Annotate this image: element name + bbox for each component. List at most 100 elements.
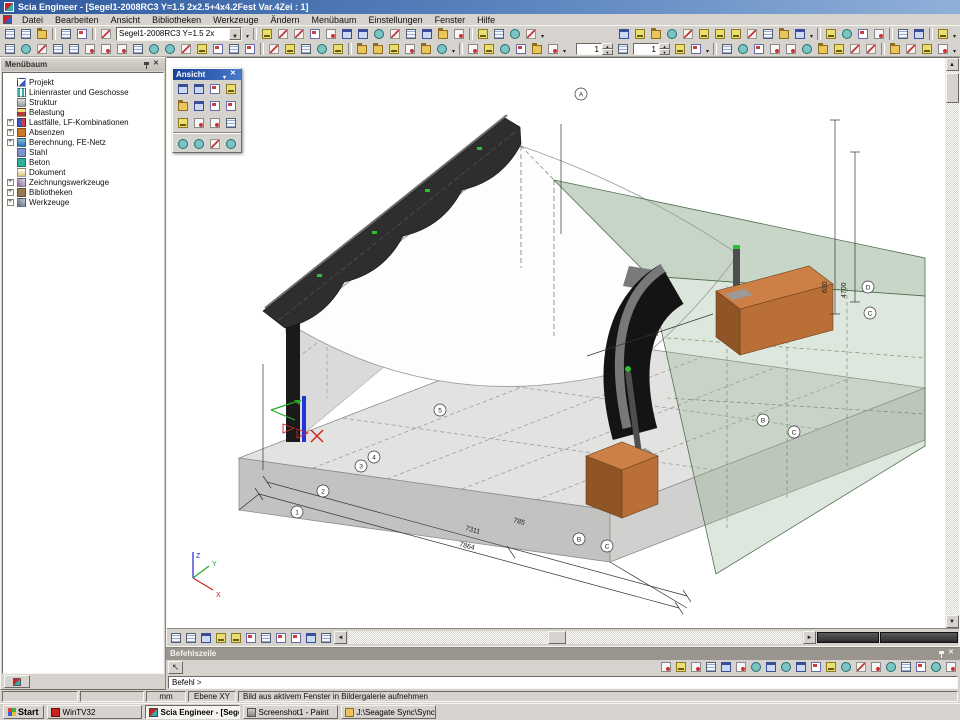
- catalog-block-button[interactable]: [194, 42, 210, 57]
- maximize-window-button[interactable]: [792, 27, 808, 42]
- intersection-tool-button[interactable]: [242, 42, 258, 57]
- line-grid-button[interactable]: [330, 42, 346, 57]
- menu-bearbeiten[interactable]: Bearbeiten: [49, 15, 105, 25]
- dropdown-arrow-icon[interactable]: [951, 43, 958, 55]
- sidebar-item-linienraster-und-geschosse[interactable]: Linienraster und Geschosse: [3, 87, 163, 97]
- send-view-button[interactable]: [855, 27, 871, 42]
- cascade-windows-button[interactable]: [744, 27, 760, 42]
- print-data-button[interactable]: [387, 27, 403, 42]
- snap-settings-button[interactable]: [943, 660, 958, 675]
- gallery-save-button[interactable]: [903, 42, 919, 57]
- dropdown-arrow-icon[interactable]: [244, 28, 251, 40]
- step-count-spinner[interactable]: 1: [633, 43, 670, 55]
- column-button[interactable]: [2, 42, 18, 57]
- table-composer-button[interactable]: [371, 27, 387, 42]
- perpendicular-snap-button[interactable]: [748, 660, 763, 675]
- coordinate-system-button[interactable]: [688, 42, 704, 57]
- view-gallery-button[interactable]: [207, 115, 223, 130]
- scroll-up-icon[interactable]: [946, 58, 959, 71]
- expand-icon[interactable]: [7, 189, 14, 196]
- arc-snap-button[interactable]: [883, 660, 898, 675]
- menubaum-tab[interactable]: [4, 675, 30, 688]
- free-block-button[interactable]: [210, 42, 226, 57]
- expand-icon[interactable]: [7, 179, 14, 186]
- command-panel-header[interactable]: Befehlszeile: [166, 648, 960, 660]
- record-macro-button[interactable]: [895, 27, 911, 42]
- activate-scale-button[interactable]: [615, 42, 631, 57]
- sidebar-item-bibliotheken[interactable]: Bibliotheken: [3, 187, 163, 197]
- view-xz-button[interactable]: [207, 81, 223, 96]
- expand-icon[interactable]: [7, 129, 14, 136]
- project-team-button[interactable]: [259, 27, 275, 42]
- tracking-snap-button[interactable]: [913, 660, 928, 675]
- palette-titlebar[interactable]: Ansicht: [173, 69, 241, 80]
- zoom-selection-button[interactable]: [191, 115, 207, 130]
- color-palette-button[interactable]: [475, 27, 491, 42]
- node-snap-button[interactable]: [838, 660, 853, 675]
- layers-button[interactable]: [451, 27, 467, 42]
- dimension-line-button[interactable]: [481, 42, 497, 57]
- surface-snap-button[interactable]: [868, 660, 883, 675]
- minimize-window-button[interactable]: [776, 27, 792, 42]
- preview-window-button[interactable]: [648, 27, 664, 42]
- sidebar-item-berechnung--fe-netz[interactable]: Berechnung, FE-Netz: [3, 137, 163, 147]
- graphic-window-button[interactable]: [632, 27, 648, 42]
- expand-icon[interactable]: [7, 119, 14, 126]
- expand-icon[interactable]: [7, 139, 14, 146]
- inactive-tool-button[interactable]: [318, 630, 333, 645]
- beam-button[interactable]: [18, 42, 34, 57]
- zoom-window-button[interactable]: [223, 98, 239, 113]
- text-scale-button[interactable]: [243, 630, 258, 645]
- pointer-mode-button[interactable]: [168, 661, 183, 674]
- menu-menbaum[interactable]: Menübaum: [306, 15, 363, 25]
- endpoint-snap-button[interactable]: [658, 660, 673, 675]
- sidebar-item-belastung[interactable]: Belastung: [3, 107, 163, 117]
- sidebar-item-struktur[interactable]: Struktur: [3, 97, 163, 107]
- close-icon[interactable]: [230, 71, 238, 79]
- scroll-track[interactable]: [946, 71, 959, 615]
- panel-header[interactable]: Menübaum: [1, 58, 165, 71]
- select-loads-button[interactable]: [767, 42, 783, 57]
- subregion-button[interactable]: [130, 42, 146, 57]
- sidebar-item-projekt[interactable]: Projekt: [3, 77, 163, 87]
- camera-button[interactable]: [419, 27, 435, 42]
- bracing-button[interactable]: [50, 42, 66, 57]
- info-button[interactable]: [523, 27, 539, 42]
- split-vertical-button[interactable]: [728, 27, 744, 42]
- copy-view-button[interactable]: [823, 27, 839, 42]
- stretch-button[interactable]: [434, 42, 450, 57]
- printer-button[interactable]: [275, 27, 291, 42]
- view-xy-button[interactable]: [191, 81, 207, 96]
- menu-hilfe[interactable]: Hilfe: [471, 15, 501, 25]
- pin-icon[interactable]: [143, 61, 150, 69]
- ortho-snap-button[interactable]: [823, 660, 838, 675]
- sidebar-item-werkzeuge[interactable]: Werkzeuge: [3, 197, 163, 207]
- document-window-button[interactable]: [680, 27, 696, 42]
- label-display-button[interactable]: [228, 630, 243, 645]
- opening-button[interactable]: [114, 42, 130, 57]
- line-red-button[interactable]: [465, 42, 481, 57]
- menu-werkzeuge[interactable]: Werkzeuge: [207, 15, 264, 25]
- rotate-button[interactable]: [370, 42, 386, 57]
- sidebar-item-beton[interactable]: Beton: [3, 157, 163, 167]
- chevron-down-icon[interactable]: [221, 69, 228, 81]
- scroll-segment[interactable]: [817, 632, 879, 643]
- rectangle-button[interactable]: [497, 42, 513, 57]
- print-preview-button[interactable]: [291, 27, 307, 42]
- clipboard-copy-button[interactable]: [323, 27, 339, 42]
- clip-back-button[interactable]: [183, 630, 198, 645]
- dropdown-arrow-icon[interactable]: [808, 28, 815, 40]
- zoom-all-button[interactable]: [175, 115, 191, 130]
- select-beams-button[interactable]: [735, 42, 751, 57]
- copy-count-spinner[interactable]: 1: [576, 43, 613, 55]
- edge-snap-button[interactable]: [853, 660, 868, 675]
- dropdown-arrow-icon[interactable]: [951, 28, 958, 40]
- sidebar-item-dokument[interactable]: Dokument: [3, 167, 163, 177]
- scroll-left-icon[interactable]: [334, 631, 347, 644]
- render-mode-button[interactable]: [273, 630, 288, 645]
- mdi-child-icon[interactable]: [3, 15, 12, 24]
- export-image-button[interactable]: [307, 27, 323, 42]
- save-view-button[interactable]: [887, 42, 903, 57]
- taskbar-scia-engineer-segel[interactable]: Scia Engineer - [Segel...: [145, 705, 240, 719]
- taskbar-wintv32[interactable]: WinTV32: [47, 705, 142, 719]
